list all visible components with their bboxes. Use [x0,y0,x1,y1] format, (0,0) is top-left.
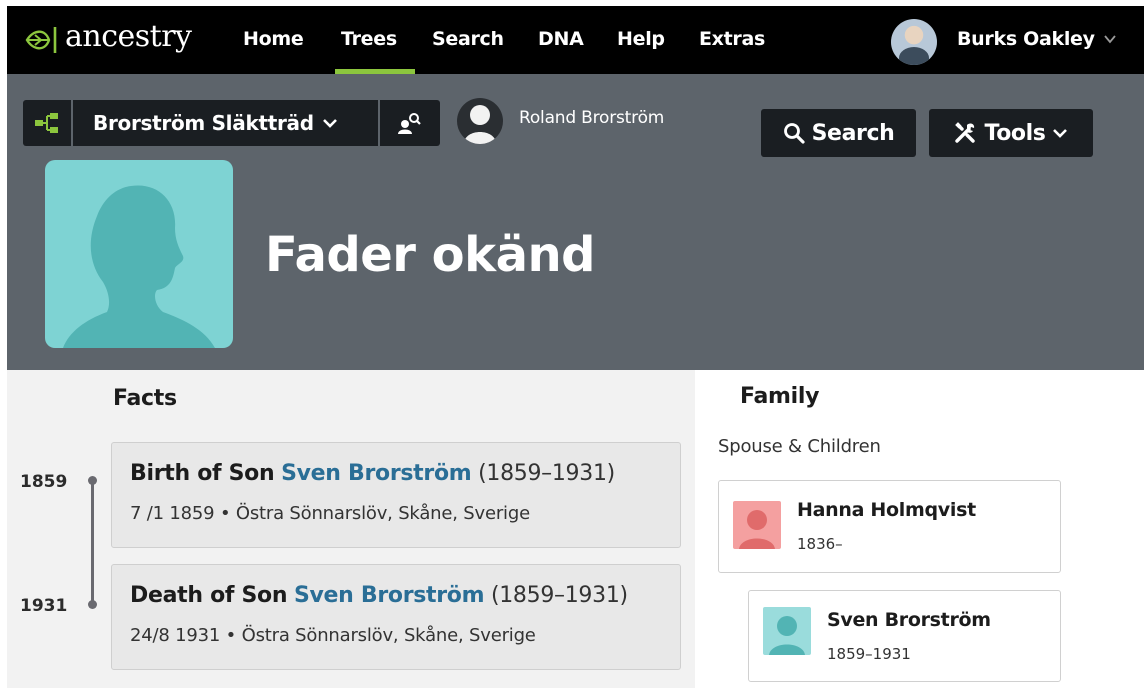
spouse-name[interactable]: Hanna Holmqvist [797,499,976,521]
tree-name: Brorström Släktträd [93,111,314,135]
facts-heading: Facts [113,386,177,411]
fact-title: Death of Son Sven Brorström (1859–1931) [130,583,628,608]
family-heading: Family [740,384,820,409]
tree-view-button[interactable] [23,100,71,146]
tree-selector[interactable]: Brorström Släktträd [73,100,378,146]
fact-detail: 24/8 1931 • Östra Sönnarslöv, Skåne, Sve… [130,625,536,646]
chevron-down-icon [1053,129,1068,138]
fact-event: Birth of Son [130,461,275,486]
nav-extras[interactable]: Extras [699,28,765,50]
person-link[interactable]: Sven Brorström [281,461,472,486]
fact-card-death[interactable]: Death of Son Sven Brorström (1859–1931) … [111,564,681,670]
male-silhouette-icon [63,185,215,348]
child-years: 1859–1931 [827,645,911,663]
timeline-line [91,482,94,604]
person-name: Fader okänd [265,227,595,283]
spouse-thumbnail [733,501,781,549]
nav-trees[interactable]: Trees [341,28,397,50]
chevron-down-icon[interactable] [1103,32,1117,46]
root-person-name[interactable]: Roland Brorström [519,108,664,128]
page: ancestry Home Trees Search DNA Help Extr… [7,6,1144,688]
spouse-card[interactable]: Hanna Holmqvist 1836– [718,480,1061,573]
root-person-avatar[interactable] [457,98,503,144]
female-silhouette-icon [739,510,775,549]
user-name[interactable]: Burks Oakley [957,28,1095,50]
fact-lifespan: (1859–1931) [478,461,615,486]
search-icon [783,123,805,144]
child-name[interactable]: Sven Brorström [827,609,991,631]
fact-event: Death of Son [130,583,288,608]
search-button-label: Search [811,120,895,146]
person-search-icon [398,113,421,134]
nav-dna[interactable]: DNA [538,28,584,50]
spouse-years: 1836– [797,535,843,553]
leaf-logo-icon [25,27,57,53]
child-thumbnail [763,607,811,655]
spouse-children-label: Spouse & Children [718,436,881,457]
person-silhouette-icon [464,105,496,144]
person-portrait[interactable] [45,160,233,348]
find-person-button[interactable] [380,100,440,146]
fact-detail: 7 /1 1859 • Östra Sönnarslöv, Skåne, Sve… [130,503,530,524]
tools-button-label: Tools [984,120,1046,146]
family-tree-icon [35,113,58,133]
top-navigation: ancestry Home Trees Search DNA Help Extr… [7,6,1144,74]
timeline-dot [88,600,97,609]
logo-text: ancestry [65,19,192,54]
male-silhouette-icon [769,616,805,655]
search-button[interactable]: Search [761,109,916,157]
user-avatar[interactable] [891,19,937,65]
fact-title: Birth of Son Sven Brorström (1859–1931) [130,461,615,486]
nav-help[interactable]: Help [617,28,665,50]
person-header: Brorström Släktträd Roland Brorström Sea… [7,74,1144,370]
fact-year: 1931 [20,596,68,616]
tools-button[interactable]: Tools [929,109,1093,157]
timeline-dot [88,476,97,485]
person-link[interactable]: Sven Brorström [294,583,485,608]
fact-year: 1859 [20,472,68,492]
nav-home[interactable]: Home [243,28,304,50]
nav-search[interactable]: Search [432,28,504,50]
fact-lifespan: (1859–1931) [490,583,628,608]
child-card[interactable]: Sven Brorström 1859–1931 [748,590,1061,682]
chevron-down-icon [322,119,337,128]
ancestry-logo[interactable]: ancestry [25,20,192,60]
fact-card-birth[interactable]: Birth of Son Sven Brorström (1859–1931) … [111,442,681,548]
tools-icon [954,122,975,143]
